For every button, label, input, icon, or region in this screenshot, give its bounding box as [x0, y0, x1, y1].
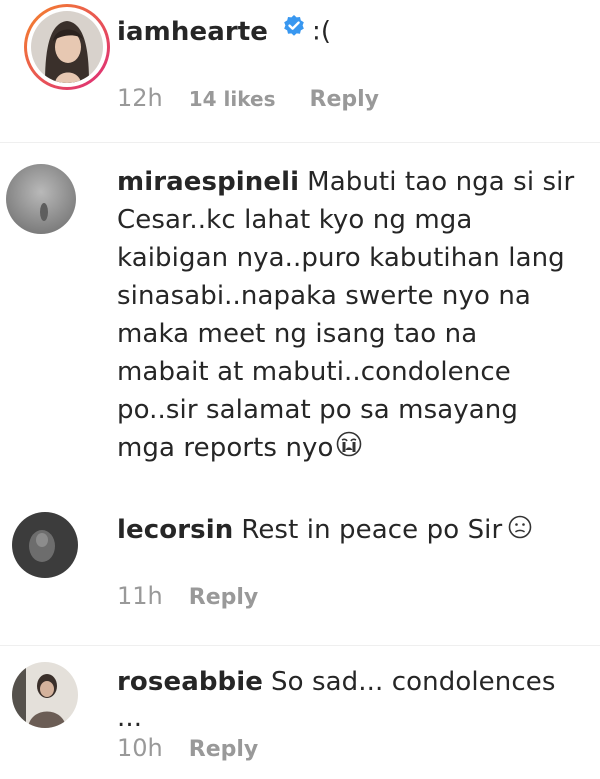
timestamp[interactable]: 12h	[117, 84, 163, 112]
sad-face-icon	[508, 513, 532, 549]
comment-line-8: mga reports nyo	[117, 430, 586, 467]
timestamp[interactable]: 11h	[117, 582, 163, 610]
comment-meta: 10h Reply	[117, 734, 258, 762]
likes-count[interactable]: 14 likes	[189, 87, 276, 111]
comment-line-1: miraespineli Mabuti tao nga si sir	[117, 164, 586, 200]
comment-roseabbie: roseabbie So sad... condolences ... 10h R…	[0, 652, 600, 779]
profile-photo-dark-icon	[12, 512, 78, 578]
comment-meta: 11h Reply	[117, 582, 258, 610]
profile-photo-grey-icon	[6, 164, 76, 234]
comment-meta: 12h 14 likes Reply	[117, 84, 379, 112]
avatar[interactable]	[31, 11, 103, 83]
comment-line-5: maka meet ng isang tao na	[117, 319, 478, 349]
divider	[0, 645, 600, 646]
comment-text: mga reports nyo	[117, 433, 334, 463]
story-ring[interactable]	[24, 4, 110, 90]
verified-badge-icon	[282, 12, 306, 48]
username[interactable]: roseabbie	[117, 667, 263, 697]
comment-body: iamhearte :(	[117, 12, 586, 52]
divider	[0, 142, 600, 143]
profile-photo-person-icon	[12, 662, 78, 728]
comment-lecorsin: lecorsin Rest in peace po Sir 11h Reply	[0, 500, 600, 640]
comment-line-4: sinasabi..napaka swerte nyo na	[117, 281, 531, 311]
comment-text: Mabuti tao nga si sir	[307, 167, 575, 197]
avatar[interactable]	[12, 662, 78, 728]
comment-line-7: po..sir salamat po sa msayang	[117, 395, 518, 425]
reply-button[interactable]: Reply	[189, 585, 259, 610]
comment-iamhearte: iamhearte :( 12h 14 likes Reply	[0, 0, 600, 140]
comment-text: Rest in peace po Sir	[241, 515, 503, 545]
username[interactable]: iamhearte	[117, 17, 268, 47]
crying-face-icon	[336, 431, 362, 467]
timestamp[interactable]: 10h	[117, 734, 163, 762]
username[interactable]: lecorsin	[117, 515, 233, 545]
username[interactable]: miraespineli	[117, 167, 299, 197]
comment-line-2: Cesar..kc lahat kyo ng mga	[117, 205, 473, 235]
comment-text: :(	[312, 16, 332, 47]
comment-miraespineli: miraespineli Mabuti tao nga si sir Cesar.…	[0, 150, 600, 495]
comment-line-3: kaibigan nya..puro kabutihan lang	[117, 243, 565, 273]
avatar[interactable]	[12, 512, 78, 578]
profile-photo-woman-icon	[31, 11, 103, 83]
comment-line-6: mabait at mabuti..condolence	[117, 357, 511, 387]
comment-body: roseabbie So sad... condolences ...	[117, 664, 586, 736]
comment-body: lecorsin Rest in peace po Sir	[117, 512, 586, 549]
reply-button[interactable]: Reply	[189, 737, 259, 762]
avatar[interactable]	[6, 164, 76, 234]
reply-button[interactable]: Reply	[310, 87, 380, 112]
